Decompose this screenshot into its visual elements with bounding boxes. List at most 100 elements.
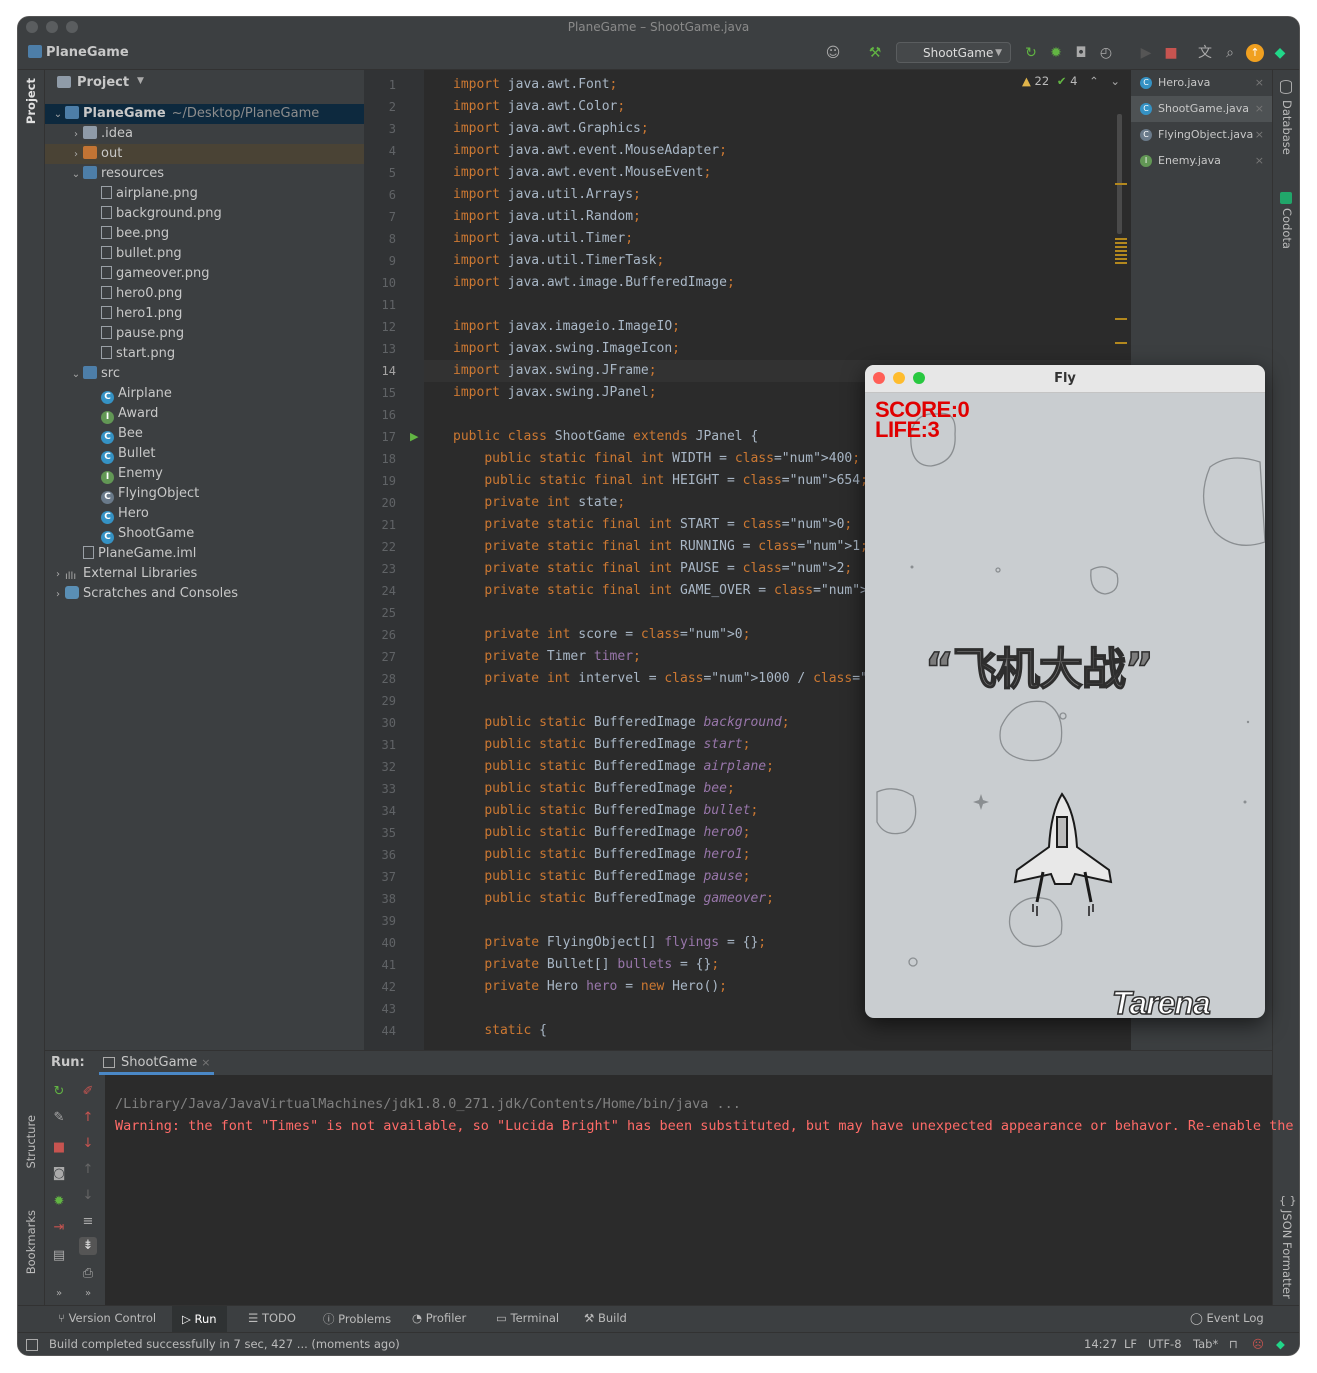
code-line[interactable]: import java.awt.Graphics; — [453, 118, 649, 140]
close-tab-icon[interactable]: × — [1255, 148, 1264, 174]
code-line[interactable]: import java.util.TimerTask; — [453, 250, 664, 272]
tree-item-file-pause-png[interactable]: pause.png — [45, 324, 364, 344]
code-line[interactable]: private static final int RUNNING = class… — [453, 536, 868, 558]
tree-item-file-background-png[interactable]: background.png — [45, 204, 364, 224]
run-gutter-icon[interactable]: ▶ — [410, 430, 418, 443]
minimize-window-button[interactable] — [46, 21, 58, 33]
code-line[interactable]: import java.util.Arrays; — [453, 184, 641, 206]
status-message[interactable]: Build completed successfully in 7 sec, 4… — [49, 1337, 400, 1351]
rerun-icon[interactable]: ↻ — [50, 1083, 68, 1101]
tree-item-interface-award[interactable]: I Award — [45, 404, 364, 424]
run-configuration-select[interactable]: ShootGame ▼ — [896, 42, 1011, 63]
inspection-icon[interactable]: ☹ — [1252, 1337, 1264, 1351]
code-line[interactable]: private int score = class="num">0; — [453, 624, 750, 646]
profiler-tab[interactable]: ◔ Profiler — [412, 1311, 466, 1325]
code-line[interactable]: public static BufferedImage start; — [453, 734, 750, 756]
debug-icon[interactable]: ✹ — [50, 1193, 68, 1211]
run-disabled-icon[interactable]: ▶ — [1137, 44, 1155, 62]
tree-item-file-bullet-png[interactable]: bullet.png — [45, 244, 364, 264]
code-line[interactable]: private Hero hero = new Hero(); — [453, 976, 727, 998]
code-line[interactable]: public static BufferedImage bullet; — [453, 800, 758, 822]
code-line[interactable]: import javax.imageio.ImageIO; — [453, 316, 680, 338]
code-line[interactable]: private FlyingObject[] flyings = {}; — [453, 932, 766, 954]
tree-item-file-airplane-png[interactable]: airplane.png — [45, 184, 364, 204]
code-line[interactable]: import java.awt.Color; — [453, 96, 625, 118]
run-tab[interactable]: ▷ Run — [172, 1306, 227, 1332]
chevron-right-icon[interactable]: › — [51, 585, 65, 605]
close-tab-icon[interactable]: × — [1255, 122, 1264, 148]
code-line[interactable]: import javax.swing.JFrame; — [453, 360, 657, 382]
warning-stripe[interactable] — [1115, 183, 1127, 185]
project-tool-tab[interactable]: Project — [24, 78, 38, 124]
line-separator[interactable]: LF — [1124, 1337, 1137, 1351]
editor-tab[interactable]: I Enemy.java × — [1131, 148, 1272, 174]
close-tab-icon[interactable]: × — [1255, 70, 1264, 96]
editor-tab[interactable]: C FlyingObject.java × — [1131, 122, 1272, 148]
camera-icon[interactable]: ◙ — [50, 1165, 68, 1183]
structure-tool-tab[interactable]: Structure — [24, 1115, 38, 1169]
editor-tab[interactable]: C ShootGame.java × — [1131, 96, 1272, 122]
code-line[interactable]: import javax.swing.ImageIcon; — [453, 338, 680, 360]
problems-tab[interactable]: ⓘ Problems — [323, 1311, 391, 1327]
tree-item-scratches-and-consoles[interactable]: › Scratches and Consoles — [45, 584, 364, 604]
code-line[interactable]: import java.util.Random; — [453, 206, 641, 228]
chevron-right-icon[interactable]: › — [51, 565, 65, 585]
bookmarks-tool-tab[interactable]: Bookmarks — [24, 1210, 38, 1274]
code-line[interactable]: import java.util.Timer; — [453, 228, 633, 250]
inspection-widget[interactable]: ▲ 22 ✔ 4 ⌃ ⌄ — [1022, 74, 1120, 88]
lock-icon[interactable]: ⊓ — [1229, 1337, 1238, 1351]
chevron-down-icon[interactable]: ⌄ — [69, 165, 83, 185]
run-tab-shootgame[interactable]: ShootGame × — [99, 1051, 215, 1075]
search-icon[interactable]: ⌕ — [1221, 44, 1239, 62]
rerun-icon[interactable]: ↻ — [1022, 44, 1040, 62]
close-window-button[interactable] — [26, 21, 38, 33]
layout-icon[interactable]: ▤ — [50, 1247, 68, 1265]
user-icon[interactable]: ☺ — [824, 44, 842, 62]
layout-toggle-icon[interactable] — [26, 1339, 38, 1351]
json-formatter-tool-tab[interactable]: JSON Formatter — [1280, 1210, 1294, 1299]
chevron-down-icon[interactable]: ⌄ — [69, 365, 83, 385]
tree-item-folder-src[interactable]: ⌄ src — [45, 364, 364, 384]
version-control-tab[interactable]: ⑂ Version Control — [58, 1311, 156, 1325]
chevron-up-icon[interactable]: ⌃ — [1089, 74, 1099, 88]
editor-tab[interactable]: C Hero.java × — [1131, 70, 1272, 96]
code-line[interactable]: public static BufferedImage gameover; — [453, 888, 774, 910]
code-line[interactable]: import java.awt.image.BufferedImage; — [453, 272, 735, 294]
code-line[interactable]: private static final int GAME_OVER = cla… — [453, 580, 883, 602]
more-icon[interactable]: » — [79, 1285, 97, 1303]
cursor-position[interactable]: 14:27 — [1084, 1337, 1117, 1351]
stop-icon[interactable]: ■ — [1162, 44, 1180, 62]
tree-item-folder-idea[interactable]: › .idea — [45, 124, 364, 144]
tree-item-class-flyingobject[interactable]: C FlyingObject — [45, 484, 364, 504]
warning-stripe[interactable] — [1115, 238, 1127, 266]
code-line[interactable]: private int state; — [453, 492, 625, 514]
debug-icon[interactable]: ✹ — [1047, 44, 1065, 62]
todo-tab[interactable]: ☰ TODO — [248, 1311, 296, 1325]
arrow-down-icon[interactable]: ↓ — [79, 1135, 97, 1153]
tree-item-class-airplane[interactable]: C Airplane — [45, 384, 364, 404]
update-icon[interactable]: ↑ — [1246, 44, 1264, 62]
zoom-window-button[interactable] — [66, 21, 78, 33]
event-log-tab[interactable]: ◯ Event Log — [1190, 1311, 1264, 1325]
minimize-window-button[interactable] — [893, 372, 905, 384]
more-icon[interactable]: » — [50, 1285, 68, 1303]
tree-item-folder-resources[interactable]: ⌄ resources — [45, 164, 364, 184]
chevron-right-icon[interactable]: › — [69, 125, 83, 145]
database-tool-tab[interactable]: Database — [1280, 100, 1294, 155]
chevron-down-icon[interactable]: ⌄ — [51, 105, 65, 125]
code-line[interactable]: public static final int WIDTH = class="n… — [453, 448, 860, 470]
exit-icon[interactable]: ⇥ — [50, 1219, 68, 1237]
code-line[interactable]: public class ShootGame extends JPanel { — [453, 426, 758, 448]
tree-item-folder-out[interactable]: › out — [45, 144, 364, 164]
arrow-down-disabled-icon[interactable]: ↓ — [79, 1187, 97, 1205]
close-window-button[interactable] — [873, 372, 885, 384]
project-panel-title[interactable]: Project — [77, 75, 129, 90]
scroll-to-end-icon[interactable]: ⇟ — [79, 1237, 97, 1255]
code-line[interactable]: private static final int PAUSE = class="… — [453, 558, 852, 580]
code-line[interactable]: private static final int START = class="… — [453, 514, 852, 536]
codota-tool-tab[interactable]: Codota — [1280, 208, 1294, 249]
translate-icon[interactable]: 文 — [1196, 44, 1214, 62]
warning-stripe[interactable] — [1115, 318, 1127, 320]
warning-stripe[interactable] — [1115, 342, 1127, 344]
terminal-tab[interactable]: ▭ Terminal — [496, 1311, 559, 1325]
